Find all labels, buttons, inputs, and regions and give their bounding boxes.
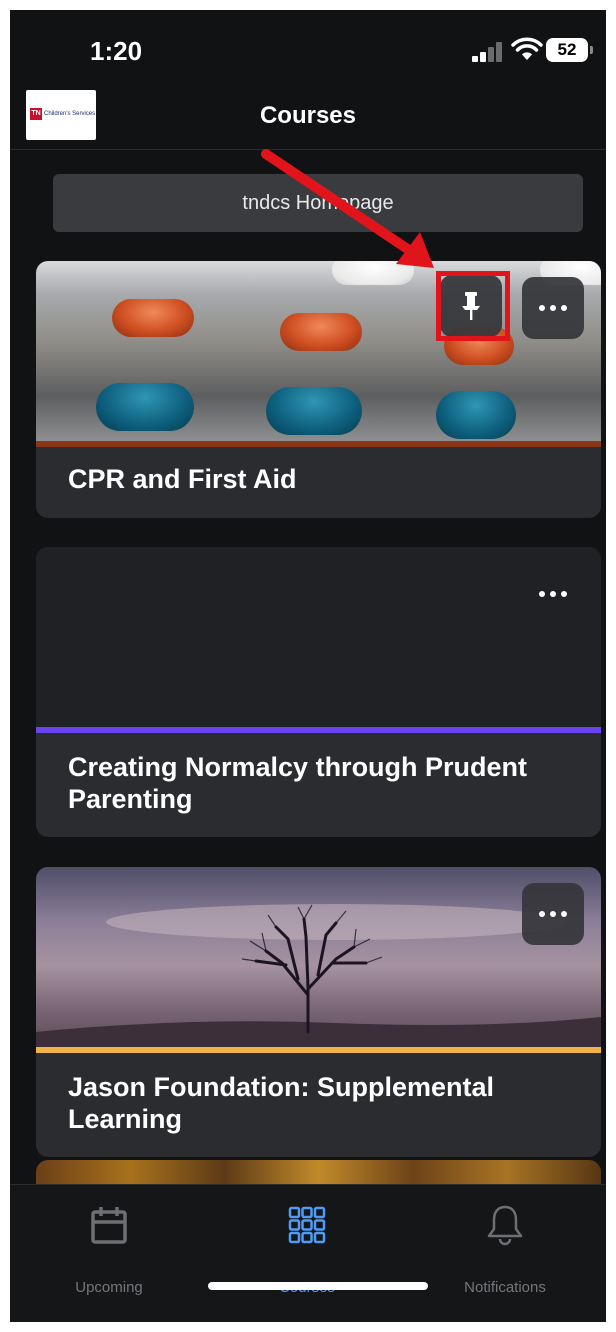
course-image-empty bbox=[36, 547, 601, 727]
tab-courses[interactable]: Courses bbox=[208, 1195, 406, 1296]
homepage-button[interactable]: tndcs Homepage bbox=[53, 174, 583, 232]
course-card-normalcy[interactable]: Creating Normalcy through Prudent Parent… bbox=[36, 547, 601, 837]
top-nav-bar: TN Children's Services Courses bbox=[10, 88, 606, 150]
tab-upcoming[interactable]: Upcoming bbox=[10, 1195, 208, 1296]
tab-label: Notifications bbox=[464, 1279, 546, 1296]
more-dots-icon bbox=[522, 563, 584, 625]
course-image-pills bbox=[36, 261, 601, 441]
cellular-signal-icon bbox=[472, 42, 504, 62]
tree-silhouette-icon bbox=[36, 904, 601, 1047]
pill-shape bbox=[266, 387, 362, 435]
grid-icon bbox=[288, 1206, 326, 1244]
more-dots-icon bbox=[522, 277, 584, 339]
course-image-tree-sunset bbox=[36, 867, 601, 1047]
course-color-stripe bbox=[36, 441, 601, 447]
pill-shape bbox=[332, 261, 414, 285]
pill-shape bbox=[280, 313, 362, 351]
more-options-button[interactable] bbox=[522, 277, 584, 339]
status-bar: 1:20 52 bbox=[10, 10, 606, 88]
course-card-jason-foundation[interactable]: Jason Foundation: Supplemental Learning bbox=[36, 867, 601, 1157]
tab-notifications[interactable]: Notifications bbox=[406, 1195, 604, 1296]
more-options-button[interactable] bbox=[522, 563, 584, 625]
wifi-icon bbox=[511, 37, 543, 60]
calendar-icon bbox=[91, 1207, 127, 1244]
course-title: CPR and First Aid bbox=[68, 464, 297, 494]
course-color-stripe bbox=[36, 727, 601, 733]
pill-shape bbox=[112, 299, 194, 337]
page-title: Courses bbox=[259, 102, 357, 129]
pill-shape bbox=[436, 391, 516, 439]
status-time: 1:20 bbox=[90, 36, 143, 66]
battery-indicator: 52 bbox=[546, 38, 593, 62]
more-dots-icon bbox=[522, 883, 584, 945]
bell-icon bbox=[487, 1205, 523, 1246]
course-title: Jason Foundation: Supplemental Learning bbox=[68, 1072, 495, 1134]
home-indicator[interactable] bbox=[208, 1282, 428, 1290]
tab-label: Upcoming bbox=[75, 1279, 143, 1296]
course-color-stripe bbox=[36, 1047, 601, 1053]
course-title: Creating Normalcy through Prudent Parent… bbox=[68, 752, 528, 814]
more-options-button[interactable] bbox=[522, 883, 584, 945]
pill-shape bbox=[96, 383, 194, 431]
annotation-highlight-box bbox=[436, 271, 510, 341]
app-screen: 1:20 52 TN Children's Services Courses t… bbox=[10, 10, 606, 1322]
course-card-cpr[interactable]: CPR and First Aid bbox=[36, 261, 601, 518]
bottom-tab-bar: Upcoming Courses Notifications bbox=[10, 1184, 606, 1322]
